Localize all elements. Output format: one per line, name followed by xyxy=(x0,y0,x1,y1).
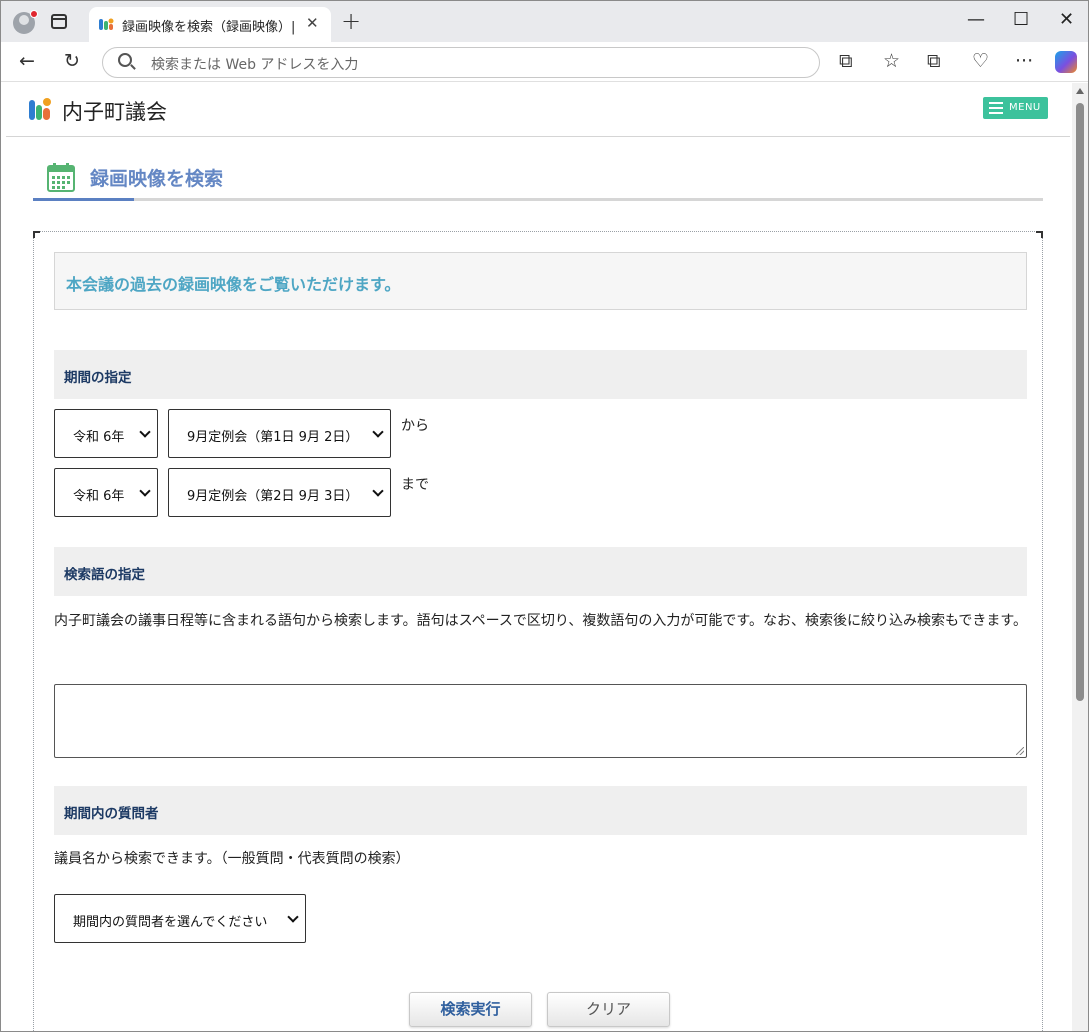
more-icon[interactable]: ··· xyxy=(1015,50,1033,72)
browser-essentials-icon[interactable]: ♡ xyxy=(972,50,989,72)
chevron-down-icon xyxy=(139,426,151,438)
questioner-heading-label: 期間内の質問者 xyxy=(64,806,159,822)
keyword-heading: 検索語の指定 xyxy=(54,547,1027,596)
from-year-select[interactable]: 令和 6年 xyxy=(54,409,158,458)
keyword-heading-label: 検索語の指定 xyxy=(64,567,145,583)
questioner-heading: 期間内の質問者 xyxy=(54,786,1027,835)
keyword-description: 内子町議会の議事日程等に含まれる語句から検索します。語句はスペースで区切り、複数… xyxy=(54,613,1027,629)
chevron-down-icon xyxy=(372,426,384,438)
to-session-select[interactable]: 9月定例会（第2日 9月 3日） xyxy=(168,468,391,517)
site-name[interactable]: 内子町議会 xyxy=(62,96,167,126)
address-bar[interactable]: 検索または Web アドレスを入力 xyxy=(102,47,820,78)
to-year-select[interactable]: 令和 6年 xyxy=(54,468,158,517)
chevron-down-icon xyxy=(287,911,299,923)
questioner-select[interactable]: 期間内の質問者を選んでください xyxy=(54,894,306,943)
search-form: 本会議の過去の録画映像をご覧いただけます。 期間の指定 令和 6年 9月定例会（… xyxy=(33,231,1043,1031)
site-favicon-icon xyxy=(99,18,114,30)
tab-title: 録画映像を検索（録画映像）| 内子町議会 xyxy=(122,20,300,35)
frame-corner xyxy=(1036,231,1043,238)
notification-dot xyxy=(30,10,38,18)
search-button[interactable]: 検索実行 xyxy=(409,992,532,1027)
calendar-icon xyxy=(47,163,75,192)
intro-box: 本会議の過去の録画映像をご覧いただけます。 xyxy=(54,252,1027,310)
from-suffix: から xyxy=(401,418,429,434)
chevron-down-icon xyxy=(139,485,151,497)
period-heading-label: 期間の指定 xyxy=(64,370,132,386)
scroll-up-icon[interactable] xyxy=(1076,88,1084,94)
collections-icon[interactable]: ⧉ xyxy=(927,50,941,72)
back-icon[interactable]: ← xyxy=(19,50,35,72)
questioner-description: 議員名から検索できます。（一般質問・代表質問の検索） xyxy=(54,851,410,867)
frame-corner xyxy=(33,231,40,238)
refresh-icon[interactable]: ↻ xyxy=(64,50,80,72)
menu-label: MENU xyxy=(1009,102,1041,113)
split-screen-icon[interactable]: ⧉ xyxy=(839,50,853,72)
browser-window: 録画映像を検索（録画映像）| 内子町議会 ✕ + — ☐ ✕ ← ↻ 検索または… xyxy=(0,0,1089,1032)
from-session-value: 9月定例会（第1日 9月 2日） xyxy=(187,430,359,445)
chevron-down-icon xyxy=(372,485,384,497)
tab-active[interactable]: 録画映像を検索（録画映像）| 内子町議会 ✕ xyxy=(89,7,331,42)
page-scrollbar[interactable] xyxy=(1072,83,1088,1031)
new-tab-button[interactable]: + xyxy=(341,9,361,33)
questioner-select-value: 期間内の質問者を選んでください xyxy=(73,915,268,930)
close-window-icon[interactable]: ✕ xyxy=(1059,9,1074,30)
search-icon xyxy=(118,53,132,67)
copilot-icon[interactable] xyxy=(1055,51,1077,73)
clear-button[interactable]: クリア xyxy=(547,992,670,1027)
keyword-textarea[interactable] xyxy=(54,684,1027,758)
address-placeholder: 検索または Web アドレスを入力 xyxy=(151,57,359,73)
maximize-icon[interactable]: ☐ xyxy=(1013,9,1029,30)
browser-toolbar: ← ↻ 検索または Web アドレスを入力 ⧉ ☆ ⧉ ♡ ··· xyxy=(1,42,1088,82)
to-suffix: まで xyxy=(401,477,429,493)
to-session-value: 9月定例会（第2日 9月 3日） xyxy=(187,489,359,504)
close-tab-icon[interactable]: ✕ xyxy=(306,14,319,32)
minimize-icon[interactable]: — xyxy=(967,9,985,30)
page-title: 録画映像を検索 xyxy=(90,168,224,190)
hamburger-icon xyxy=(989,102,1003,114)
scroll-thumb[interactable] xyxy=(1076,103,1084,701)
from-year-value: 令和 6年 xyxy=(73,430,125,445)
logo-icon xyxy=(29,98,51,120)
page-title-bar: 録画映像を検索 xyxy=(33,159,1043,201)
resize-grip-icon[interactable] xyxy=(1016,747,1024,755)
period-heading: 期間の指定 xyxy=(54,350,1027,399)
web-page: 内子町議会 MENU 録画映像を検索 本会議の過去の録画映像をご覧いただけます。… xyxy=(1,83,1071,1031)
favorites-icon[interactable]: ☆ xyxy=(883,50,900,72)
to-year-value: 令和 6年 xyxy=(73,489,125,504)
from-session-select[interactable]: 9月定例会（第1日 9月 2日） xyxy=(168,409,391,458)
site-header: 内子町議会 MENU xyxy=(6,83,1070,137)
intro-text: 本会議の過去の録画映像をご覧いただけます。 xyxy=(66,275,401,294)
tab-actions-icon[interactable] xyxy=(51,14,67,29)
title-accent-bar xyxy=(33,198,134,201)
menu-button[interactable]: MENU xyxy=(983,97,1048,119)
tab-strip: 録画映像を検索（録画映像）| 内子町議会 ✕ + — ☐ ✕ xyxy=(1,1,1088,42)
